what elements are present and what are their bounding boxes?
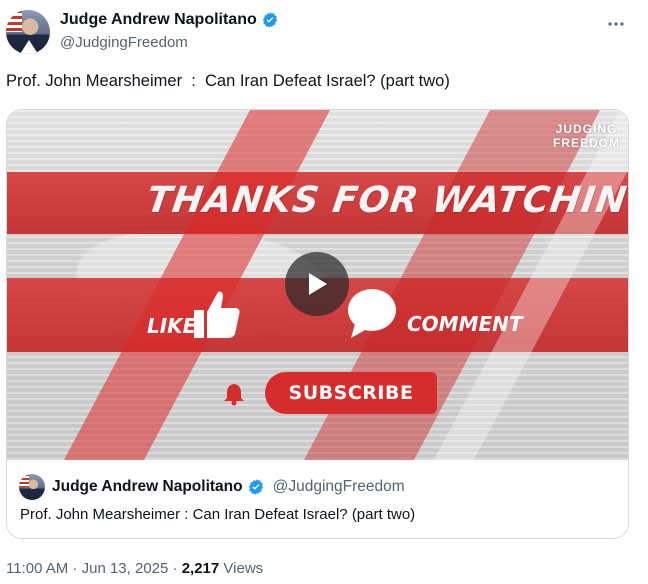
video-thumbnail[interactable]: JUDGING FREEDOM THANKS FOR WATCHING LIKE… (7, 110, 628, 460)
separator: · (168, 560, 182, 577)
tweet-text: Prof. John Mearsheimer : Can Iran Defeat… (6, 72, 450, 90)
author-name-row[interactable]: Judge Andrew Napolitano (60, 11, 279, 29)
channel-logo: JUDGING FREEDOM (553, 122, 620, 150)
tweet: Judge Andrew Napolitano @JudgingFreedom … (0, 0, 648, 584)
tweet-time[interactable]: 11:00 AM (6, 560, 68, 577)
author-name[interactable]: Judge Andrew Napolitano (60, 11, 257, 29)
tweet-date[interactable]: Jun 13, 2025 (82, 560, 169, 577)
views-count[interactable]: 2,217 (182, 560, 220, 577)
thumbs-up-icon (194, 291, 240, 338)
flag-icon (19, 474, 29, 487)
quoted-tweet-card[interactable]: JUDGING FREEDOM THANKS FOR WATCHING LIKE… (6, 109, 629, 539)
separator: · (68, 560, 82, 577)
like-label: LIKE (147, 314, 197, 338)
quote-text: Prof. John Mearsheimer : Can Iran Defeat… (20, 506, 416, 523)
comment-label: COMMENT (407, 312, 523, 336)
play-button[interactable] (285, 252, 349, 316)
views-label: Views (219, 560, 264, 577)
author-handle[interactable]: @JudgingFreedom (60, 34, 188, 51)
quote-author-handle: @JudgingFreedom (272, 478, 405, 495)
subscribe-graphic: SUBSCRIBE (265, 372, 437, 414)
flag-icon (6, 10, 22, 32)
verified-badge-icon (262, 12, 277, 28)
quote-author-avatar[interactable] (19, 474, 45, 500)
more-dots (608, 22, 624, 26)
verified-badge-icon (248, 479, 263, 495)
quote-author-row[interactable]: Judge Andrew Napolitano @JudgingFreedom (52, 478, 405, 496)
logo-line-2: FREEDOM (553, 136, 620, 150)
quote-details[interactable]: Judge Andrew Napolitano @JudgingFreedom … (7, 460, 628, 538)
bell-icon (224, 384, 244, 406)
logo-line-1: JUDGING (555, 122, 618, 136)
comment-bubble-icon (348, 289, 396, 338)
thanks-headline: THANKS FOR WATCHING (144, 180, 628, 221)
tweet-metadata: 11:00 AM · Jun 13, 2025 · 2,217 Views (6, 560, 263, 577)
quote-author-name: Judge Andrew Napolitano (52, 478, 243, 495)
play-icon (309, 273, 327, 295)
author-avatar[interactable] (6, 10, 50, 54)
more-horizontal-icon[interactable] (606, 14, 626, 39)
shirt-shape (20, 40, 38, 54)
